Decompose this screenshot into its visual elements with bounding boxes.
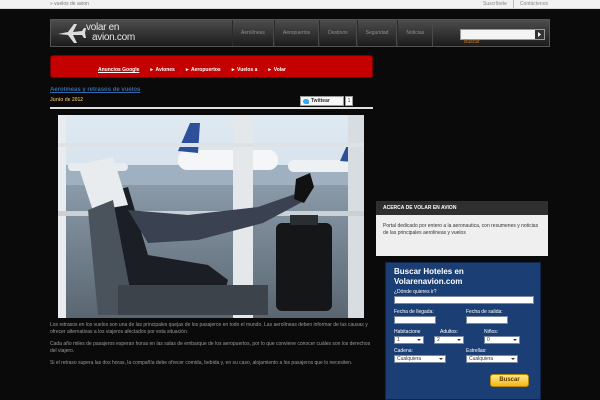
post-date: Junio de 2012	[50, 97, 84, 103]
site-header: volar en avion.com Aerolíneas Aeropuerto…	[50, 19, 550, 47]
nav-seguridad[interactable]: Seguridad	[356, 20, 398, 46]
kids-select[interactable]: 0	[484, 336, 520, 344]
ad-link-aviones[interactable]: ► Aviones	[149, 67, 174, 73]
tweet-button[interactable]: Twittear	[300, 96, 344, 106]
hotel-search-button[interactable]: Buscar	[490, 374, 529, 387]
destination-label: ¿Dónde quieres ir?	[394, 289, 437, 295]
adults-select[interactable]: 2	[434, 336, 464, 344]
about-text: Portal dedicado por entero a la aeronaut…	[383, 223, 539, 236]
arrow-right-icon	[538, 32, 541, 37]
search-input[interactable]	[461, 37, 535, 47]
search-button[interactable]	[535, 30, 544, 39]
departure-label: Fecha de salida:	[466, 309, 503, 315]
chain-select[interactable]: Cualquiera	[394, 355, 446, 363]
kids-label: Niños:	[484, 329, 499, 335]
top-links: Suscríbete Contáctenos	[483, 0, 548, 8]
post-image	[58, 115, 364, 318]
stars-select[interactable]: Cualquiera	[466, 355, 518, 363]
paragraph: Los retrasos en los vuelos son una de la…	[50, 322, 368, 335]
paragraph: Cada año miles de pasajeros esperan hora…	[50, 341, 371, 354]
ads-title[interactable]: Anuncios Google	[98, 67, 139, 73]
title-divider	[50, 107, 373, 109]
nav-aeropuertos[interactable]: Aeropuertos	[273, 20, 320, 46]
adults-label: Adultos:	[440, 329, 459, 335]
top-strip: » vuelos de avion Suscríbete Contáctenos	[0, 0, 600, 9]
nav-destinos[interactable]: Destinos	[319, 20, 357, 46]
ad-bar: Anuncios Google ► Aviones ► Aeropuertos …	[50, 55, 373, 78]
rooms-select[interactable]: 1	[394, 336, 424, 344]
airplane-icon	[58, 24, 86, 43]
post-body: Los retrasos en los vuelos son una de la…	[50, 322, 373, 372]
twitter-bird-icon	[303, 99, 309, 104]
subscribe-link[interactable]: Suscríbete	[483, 0, 507, 8]
tweet-count: 1	[345, 96, 353, 106]
breadcrumb[interactable]: » vuelos de avion	[50, 0, 89, 8]
stars-label: Estrellas:	[466, 348, 487, 354]
arrival-date-input[interactable]	[394, 316, 436, 324]
departure-date-input[interactable]	[466, 316, 508, 324]
rooms-label: Habitacione	[394, 329, 421, 335]
destination-input[interactable]	[394, 296, 534, 304]
chain-label: Cadena:	[394, 348, 413, 354]
ad-link-vuelos[interactable]: ► Vuelos a	[231, 67, 258, 73]
search-box	[460, 29, 545, 47]
about-title: ACERCA DE VOLAR EN AVION	[376, 201, 548, 215]
logo-text: volar en avion.com	[86, 22, 135, 43]
contact-link[interactable]: Contáctenos	[512, 0, 548, 8]
paragraph: Si el retraso supera las dos horas, la c…	[50, 360, 353, 366]
ad-link-volar[interactable]: ► Volar	[267, 67, 285, 73]
post-title[interactable]: Aerolíneas y retrasos de vuelos	[50, 87, 155, 94]
main-nav: Aerolíneas Aeropuertos Destinos Segurida…	[232, 20, 434, 46]
hotel-search-form: Buscar Hoteles en Volarenavion.com ¿Dónd…	[385, 262, 541, 400]
site-logo[interactable]: volar en avion.com	[56, 22, 166, 46]
ad-link-aeropuertos[interactable]: ► Aeropuertos	[185, 67, 221, 73]
about-widget: ACERCA DE VOLAR EN AVION Portal dedicado…	[376, 201, 548, 256]
arrival-label: Fecha de llegada:	[394, 309, 434, 315]
nav-aerolineas[interactable]: Aerolíneas	[232, 20, 274, 46]
tweet-widget: Twittear 1	[300, 96, 353, 106]
nav-noticias[interactable]: Noticias	[397, 20, 434, 46]
hotel-form-title: Buscar Hoteles en Volarenavion.com	[394, 267, 464, 286]
